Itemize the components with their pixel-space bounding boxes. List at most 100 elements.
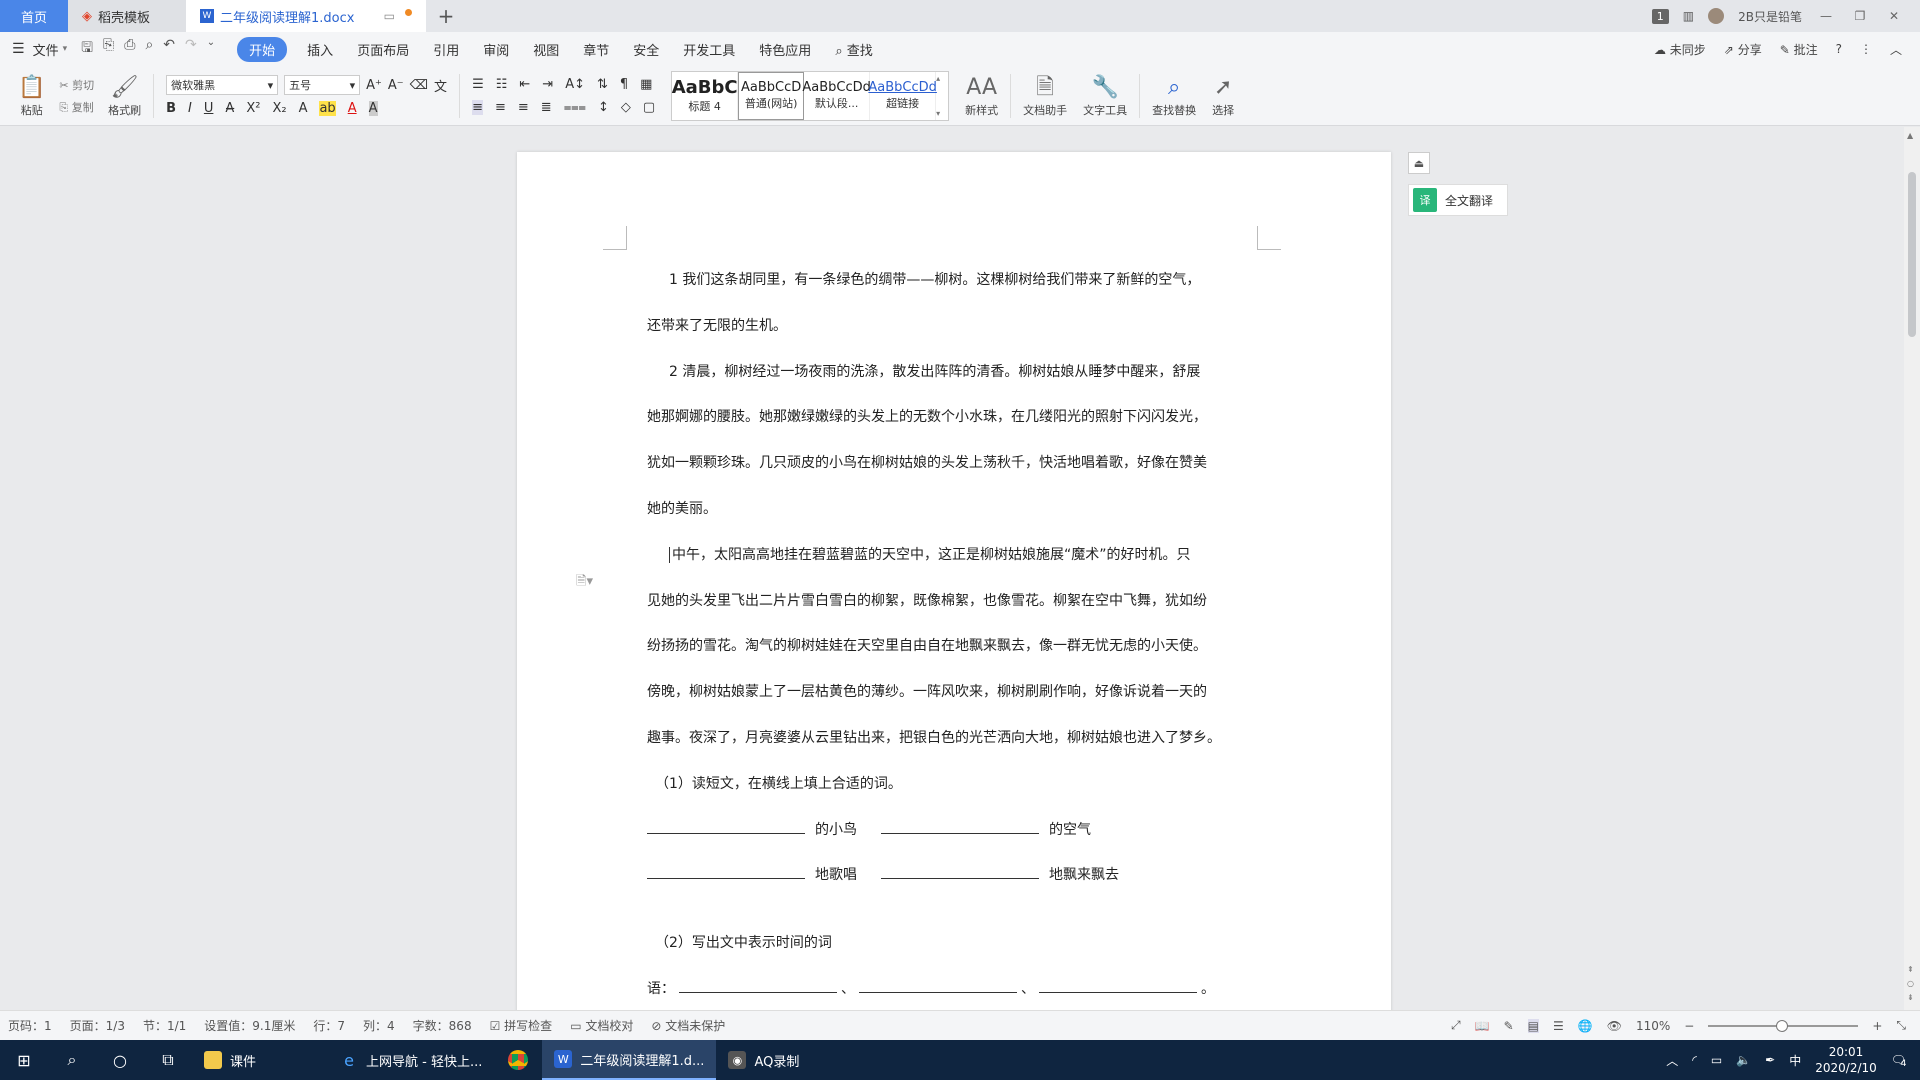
status-row[interactable]: 行：7 xyxy=(313,1017,345,1034)
menu-view[interactable]: 视图 xyxy=(521,40,571,59)
windows-start-icon[interactable]: ⊞ xyxy=(0,1040,48,1080)
cortana-icon[interactable]: ○ xyxy=(96,1040,144,1080)
grow-font-icon[interactable]: A⁺ xyxy=(366,78,382,93)
paragraph-menu-icon[interactable]: 🗎▾ xyxy=(576,572,593,594)
fit-window-icon[interactable]: ⤡ xyxy=(1896,1018,1906,1033)
clear-format-icon[interactable]: ⌫ xyxy=(410,78,428,93)
menu-special[interactable]: 特色应用 xyxy=(747,40,823,59)
chinese-layout-icon[interactable]: A↕ xyxy=(565,77,585,92)
notification-icon[interactable]: 🗨 4 xyxy=(1891,1053,1907,1069)
minimize-icon[interactable]: — xyxy=(1816,9,1836,23)
new-tab-button[interactable]: + xyxy=(426,0,466,32)
text-effect-icon[interactable]: A xyxy=(299,101,308,116)
page-view-icon[interactable]: ▤ xyxy=(1527,1018,1539,1033)
status-page[interactable]: 页面：1/3 xyxy=(70,1017,125,1034)
next-page-icon[interactable]: ⇟ xyxy=(1907,993,1914,1002)
bold-icon[interactable]: B xyxy=(166,101,176,116)
eye-protect-icon[interactable]: 👁 xyxy=(1607,1019,1622,1033)
prev-page-icon[interactable]: ⇞ xyxy=(1907,965,1914,974)
chrome-icon[interactable] xyxy=(494,1040,542,1080)
document-page[interactable]: 🗎▾ 1 我们这条胡同里，有一条绿色的绸带——柳树。这棵柳树给我们带来了新鲜的空… xyxy=(517,152,1391,1032)
menu-developer[interactable]: 开发工具 xyxy=(671,40,747,59)
menu-insert[interactable]: 插入 xyxy=(295,40,345,59)
pen-icon[interactable]: ✒ xyxy=(1765,1053,1775,1067)
vertical-scrollbar[interactable]: ▲ ⇞ ○ ⇟ xyxy=(1904,127,1920,1010)
bullet-list-icon[interactable]: ☰ xyxy=(472,77,484,92)
table-border-icon[interactable]: ▦ xyxy=(640,77,652,92)
select-browse-icon[interactable]: ○ xyxy=(1907,979,1914,988)
menu-security[interactable]: 安全 xyxy=(621,40,671,59)
menu-chapter[interactable]: 章节 xyxy=(571,40,621,59)
status-words[interactable]: 字数：868 xyxy=(413,1017,472,1034)
undo-icon[interactable]: ↶ xyxy=(163,37,175,61)
distribute-icon[interactable]: ⩶ xyxy=(564,100,586,115)
menu-file[interactable]: 文件 xyxy=(29,40,63,59)
web-view-icon[interactable]: 🌐 xyxy=(1578,1019,1593,1033)
zoom-slider-knob[interactable] xyxy=(1776,1019,1789,1032)
font-name-select[interactable]: 微软雅黑 ▾ xyxy=(166,75,279,95)
new-style-button[interactable]: AA 新样式 xyxy=(965,74,998,118)
sort-icon[interactable]: ⇅ xyxy=(597,77,608,92)
menu-reference[interactable]: 引用 xyxy=(421,40,471,59)
comment-button[interactable]: ✎ 批注 xyxy=(1780,41,1818,58)
taskbar-app-browser[interactable]: e 上网导航 - 轻快上... xyxy=(328,1040,494,1080)
status-col[interactable]: 列：4 xyxy=(363,1017,395,1034)
numbered-list-icon[interactable]: ☷ xyxy=(496,77,508,92)
decrease-indent-icon[interactable]: ⇤ xyxy=(519,77,530,92)
document-body[interactable]: 1 我们这条胡同里，有一条绿色的绸带——柳树。这棵柳树给我们带来了新鲜的空气， … xyxy=(647,258,1257,1013)
fill-blank[interactable] xyxy=(647,832,805,834)
fill-blank[interactable] xyxy=(1039,991,1197,993)
spell-check-button[interactable]: ☑ 拼写检查 xyxy=(490,1017,553,1034)
zoom-slider[interactable] xyxy=(1708,1019,1859,1032)
status-setting[interactable]: 设置值：9.1厘米 xyxy=(204,1017,295,1034)
task-view-icon[interactable]: ⧉ xyxy=(144,1040,192,1080)
user-avatar[interactable] xyxy=(1708,8,1725,24)
style-default-para[interactable]: AaBbCcDd 默认段... xyxy=(802,71,871,120)
highlight-icon[interactable]: ab xyxy=(319,101,336,116)
style-scroll[interactable]: ▴ ▾ xyxy=(936,72,948,120)
export-icon[interactable]: ⎘ xyxy=(103,37,114,61)
shrink-font-icon[interactable]: A⁻ xyxy=(388,78,404,93)
search-icon[interactable]: ⌕ xyxy=(48,1040,96,1080)
sync-status[interactable]: ☁ 未同步 xyxy=(1654,41,1706,58)
char-shading-icon[interactable]: A xyxy=(368,101,378,116)
align-right-icon[interactable]: ≡ xyxy=(518,100,529,115)
taskbar-app-folder[interactable]: 课件 xyxy=(192,1040,268,1080)
fullscreen-icon[interactable]: ⤢ xyxy=(1451,1018,1461,1033)
scroll-up-icon[interactable]: ▲ xyxy=(1907,131,1913,140)
help-icon[interactable]: ? xyxy=(1836,42,1842,56)
share-button[interactable]: ⇗ 分享 xyxy=(1724,41,1762,58)
restore-icon[interactable]: ❐ xyxy=(1850,9,1870,23)
tab-document[interactable]: W 二年级阅读理解1.docx ▭ xyxy=(186,0,426,32)
zoom-in-icon[interactable]: + xyxy=(1872,1019,1882,1033)
select-button[interactable]: ➚ 选择 xyxy=(1212,74,1234,118)
close-icon[interactable]: ✕ xyxy=(1884,9,1904,23)
shading-icon[interactable]: ◇ xyxy=(621,100,631,115)
increase-indent-icon[interactable]: ⇥ xyxy=(542,77,553,92)
collapse-panel-button[interactable]: ⏏ xyxy=(1408,152,1430,174)
phonetic-icon[interactable]: 文 xyxy=(434,76,447,95)
full-translate-button[interactable]: 译 全文翻译 xyxy=(1408,184,1508,216)
read-mode-icon[interactable]: 📖 xyxy=(1475,1019,1490,1033)
align-center-icon[interactable]: ≡ xyxy=(495,100,506,115)
paste-button[interactable]: 📋 粘贴 xyxy=(18,74,45,118)
tab-home[interactable]: 首页 xyxy=(0,0,68,32)
doc-helper-button[interactable]: 🗎 文档助手 xyxy=(1023,74,1067,118)
line-spacing-icon[interactable]: ↕ xyxy=(598,100,609,115)
menu-search[interactable]: ⌕ 查找 xyxy=(823,40,884,59)
proofread-button[interactable]: ▭ 文档校对 xyxy=(570,1017,633,1034)
fill-blank[interactable] xyxy=(679,991,837,993)
print-preview-icon[interactable]: ⌕ xyxy=(145,37,153,61)
font-color-icon[interactable]: A xyxy=(348,101,357,116)
status-section[interactable]: 节：1/1 xyxy=(143,1017,186,1034)
taskbar-app-aq[interactable]: ◉ AQ录制 xyxy=(716,1040,811,1080)
fill-blank[interactable] xyxy=(859,991,1017,993)
menu-start[interactable]: 开始 xyxy=(237,36,288,62)
scrollbar-thumb[interactable] xyxy=(1908,172,1916,337)
superscript-icon[interactable]: X² xyxy=(246,101,260,116)
tab-daoke-template[interactable]: ◈ 稻壳模板 xyxy=(68,0,186,32)
fill-blank[interactable] xyxy=(647,878,805,880)
network-icon[interactable]: ◜ xyxy=(1692,1053,1697,1067)
write-mode-icon[interactable]: ✎ xyxy=(1504,1019,1514,1033)
hamburger-icon[interactable]: ☰ xyxy=(12,41,25,57)
